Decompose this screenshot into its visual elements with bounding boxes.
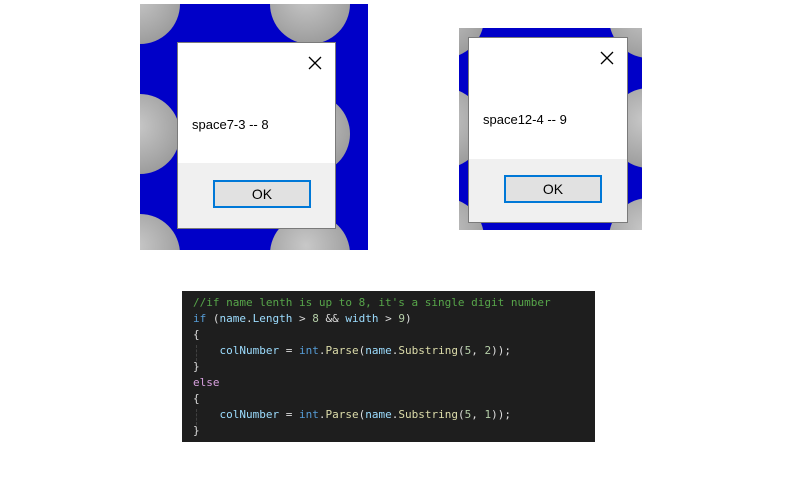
background-circle <box>140 214 180 250</box>
code-token: width <box>345 312 379 325</box>
close-button[interactable] <box>595 46 619 70</box>
code-token: Parse <box>325 408 359 421</box>
ok-button[interactable]: OK <box>504 175 602 203</box>
code-token: int <box>298 344 319 357</box>
code-token: { <box>193 392 200 405</box>
code-token: name <box>365 344 392 357</box>
code-token: 8 <box>312 312 319 325</box>
message-text: space12-4 -- 9 <box>483 112 567 127</box>
code-line: { <box>193 327 200 343</box>
code-editor-snippet: //if name lenth is up to 8, it's a singl… <box>182 291 595 442</box>
code-token: )); <box>491 408 511 421</box>
dialog-footer: OK <box>469 159 627 222</box>
code-token: = <box>279 408 299 421</box>
dialog-footer: OK <box>178 163 335 228</box>
code-token: Parse <box>325 344 359 357</box>
code-line: colNumber = int.Parse(name.Substring(5, … <box>193 343 511 359</box>
code-token: name <box>365 408 392 421</box>
code-token: 9 <box>398 312 405 325</box>
code-token: ( <box>206 312 220 325</box>
code-line: else <box>193 375 220 391</box>
code-token: > <box>292 312 313 325</box>
code-token: { <box>193 328 200 341</box>
message-text: space7-3 -- 8 <box>192 117 269 132</box>
code-token: . <box>246 312 253 325</box>
code-token: } <box>193 424 200 437</box>
code-line: //if name lenth is up to 8, it's a singl… <box>193 295 551 311</box>
code-token: //if name lenth is up to 8, it's a singl… <box>193 296 551 309</box>
code-token: ( <box>457 344 465 357</box>
code-token: Length <box>252 312 293 325</box>
code-token: ( <box>457 408 465 421</box>
code-token: )); <box>491 344 511 357</box>
code-token: int <box>298 408 319 421</box>
background-circle <box>140 4 180 44</box>
code-token: Substring <box>398 344 458 357</box>
code-token: if <box>193 312 207 325</box>
code-line: } <box>193 423 200 439</box>
code-line: } <box>193 359 200 375</box>
code-token: Substring <box>398 408 458 421</box>
code-token: > <box>378 312 399 325</box>
code-token: name <box>219 312 247 325</box>
message-box-2: space12-4 -- 9 OK <box>468 37 628 223</box>
code-line: { <box>193 391 200 407</box>
code-token: = <box>279 344 299 357</box>
code-token: , <box>471 408 485 421</box>
code-token: , <box>471 344 485 357</box>
code-token: colNumber <box>219 344 280 357</box>
code-token: } <box>193 360 200 373</box>
code-token: else <box>193 376 220 389</box>
close-icon <box>600 51 614 65</box>
code-token: colNumber <box>219 408 280 421</box>
close-button[interactable] <box>303 51 327 75</box>
code-token: ) <box>405 312 412 325</box>
message-box-1: space7-3 -- 8 OK <box>177 42 336 229</box>
code-line: if (name.Length > 8 && width > 9) <box>193 311 412 327</box>
background-circle <box>140 94 180 174</box>
ok-button[interactable]: OK <box>213 180 311 208</box>
background-circle <box>270 4 350 44</box>
close-icon <box>308 56 322 70</box>
code-token: && <box>318 312 346 325</box>
code-line: colNumber = int.Parse(name.Substring(5, … <box>193 407 511 423</box>
